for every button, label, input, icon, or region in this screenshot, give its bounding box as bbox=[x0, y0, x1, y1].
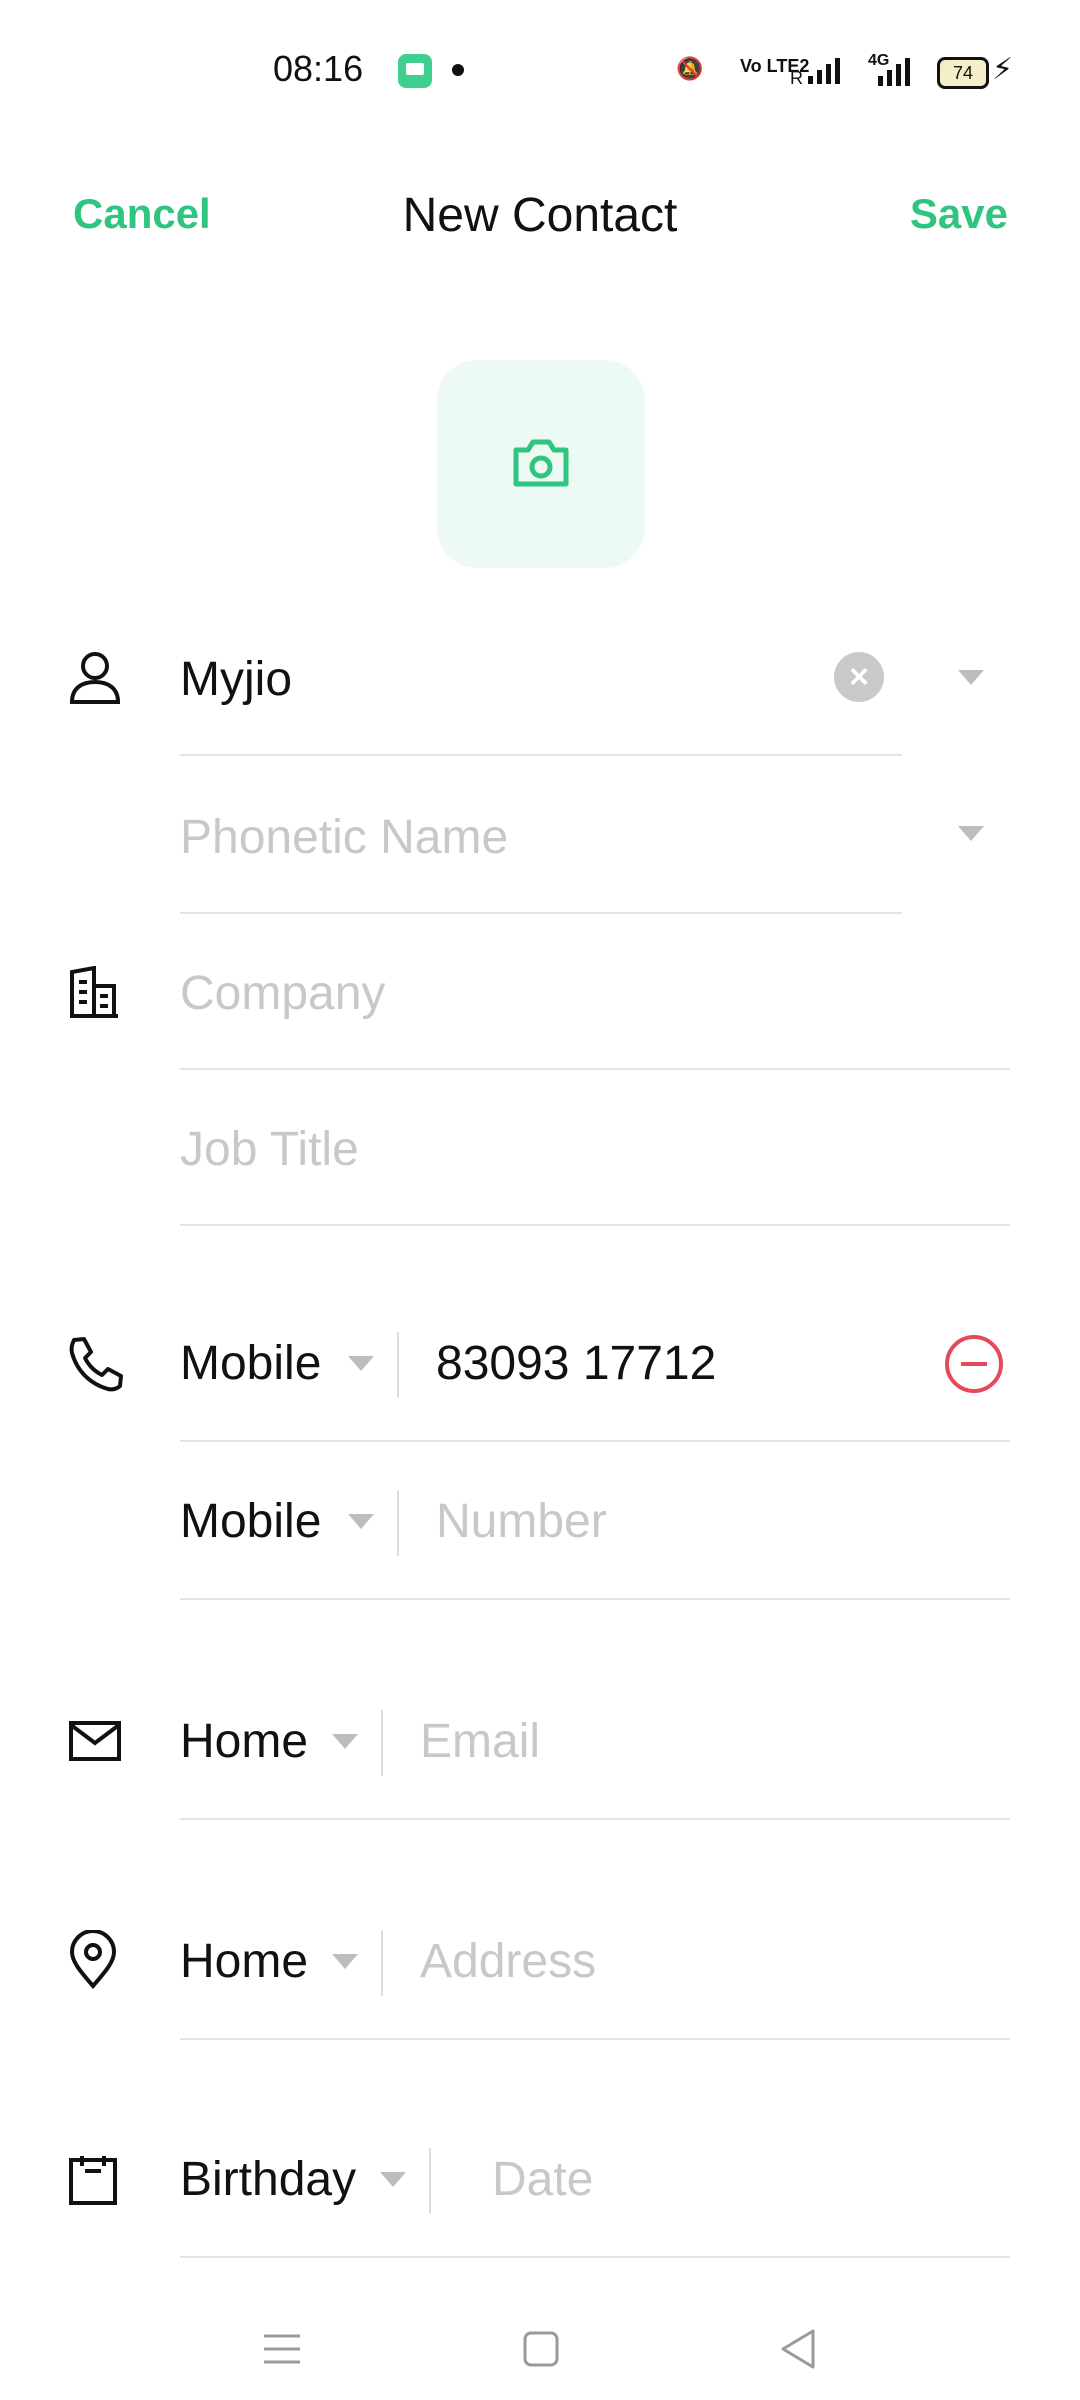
address-type-selector[interactable]: Home bbox=[180, 1934, 308, 1989]
email-input[interactable]: Email bbox=[420, 1714, 540, 1769]
date-input[interactable]: Date bbox=[492, 2152, 593, 2207]
address-underline bbox=[180, 2038, 1010, 2040]
date-underline bbox=[180, 2256, 1010, 2258]
phone-underline-2 bbox=[180, 1598, 1010, 1600]
name-expand-chevron[interactable] bbox=[958, 670, 984, 685]
phone-type-dropdown-icon-2[interactable] bbox=[348, 1514, 374, 1529]
roaming-indicator: R bbox=[790, 68, 803, 88]
email-type-dropdown-icon[interactable] bbox=[332, 1734, 358, 1749]
phonetic-underline bbox=[180, 912, 902, 914]
save-button[interactable]: Save bbox=[910, 190, 1008, 238]
remove-phone-button[interactable] bbox=[945, 1335, 1003, 1393]
phone-icon bbox=[69, 1337, 123, 1392]
phone-type-selector-2[interactable]: Mobile bbox=[180, 1494, 321, 1549]
building-icon bbox=[70, 966, 118, 1018]
home-icon[interactable] bbox=[522, 2330, 560, 2368]
menu-icon[interactable] bbox=[262, 2332, 302, 2366]
phone-number-input-2[interactable]: Number bbox=[436, 1494, 607, 1549]
company-underline bbox=[180, 1068, 1010, 1070]
email-underline bbox=[180, 1818, 1010, 1820]
system-navigation-bar bbox=[0, 2290, 1080, 2400]
address-type-dropdown-icon[interactable] bbox=[332, 1954, 358, 1969]
phone-divider-2 bbox=[397, 1490, 399, 1556]
add-photo-button[interactable] bbox=[437, 360, 645, 568]
job-title-underline bbox=[180, 1224, 1010, 1226]
date-divider bbox=[429, 2148, 431, 2214]
back-icon[interactable] bbox=[778, 2328, 818, 2370]
notification-dot bbox=[452, 64, 464, 76]
address-input[interactable]: Address bbox=[420, 1934, 596, 1989]
phone-divider-1 bbox=[397, 1332, 399, 1398]
signal-4g-icon bbox=[878, 58, 910, 86]
charging-icon: ⚡ bbox=[992, 53, 1014, 86]
camera-icon bbox=[513, 439, 569, 487]
job-title-input[interactable]: Job Title bbox=[180, 1122, 359, 1177]
company-input[interactable]: Company bbox=[180, 966, 385, 1021]
phonetic-expand-chevron[interactable] bbox=[958, 826, 984, 841]
phonetic-name-input[interactable]: Phonetic Name bbox=[180, 810, 508, 865]
email-type-selector[interactable]: Home bbox=[180, 1714, 308, 1769]
status-time: 08:16 bbox=[273, 48, 364, 89]
location-icon bbox=[69, 1930, 117, 1990]
email-divider bbox=[381, 1710, 383, 1776]
phone-type-dropdown-icon-1[interactable] bbox=[348, 1356, 374, 1371]
name-underline bbox=[180, 754, 902, 756]
phone-number-input-1[interactable]: 83093 17712 bbox=[436, 1336, 716, 1391]
phone-underline-1 bbox=[180, 1440, 1010, 1442]
calendar-icon bbox=[69, 2156, 117, 2205]
message-notification-icon bbox=[398, 54, 432, 88]
person-icon bbox=[69, 652, 121, 704]
battery-icon: 74 bbox=[937, 57, 989, 89]
address-divider bbox=[381, 1930, 383, 1996]
clear-name-button[interactable]: × bbox=[834, 652, 884, 702]
name-input[interactable]: Myjio bbox=[180, 652, 292, 707]
silent-vibrate-icon: 🔕 bbox=[676, 56, 704, 81]
date-type-selector[interactable]: Birthday bbox=[180, 2152, 356, 2207]
signal-icon bbox=[808, 58, 840, 84]
mail-icon bbox=[69, 1721, 121, 1761]
phone-type-selector-1[interactable]: Mobile bbox=[180, 1336, 321, 1391]
date-type-dropdown-icon[interactable] bbox=[380, 2172, 406, 2187]
